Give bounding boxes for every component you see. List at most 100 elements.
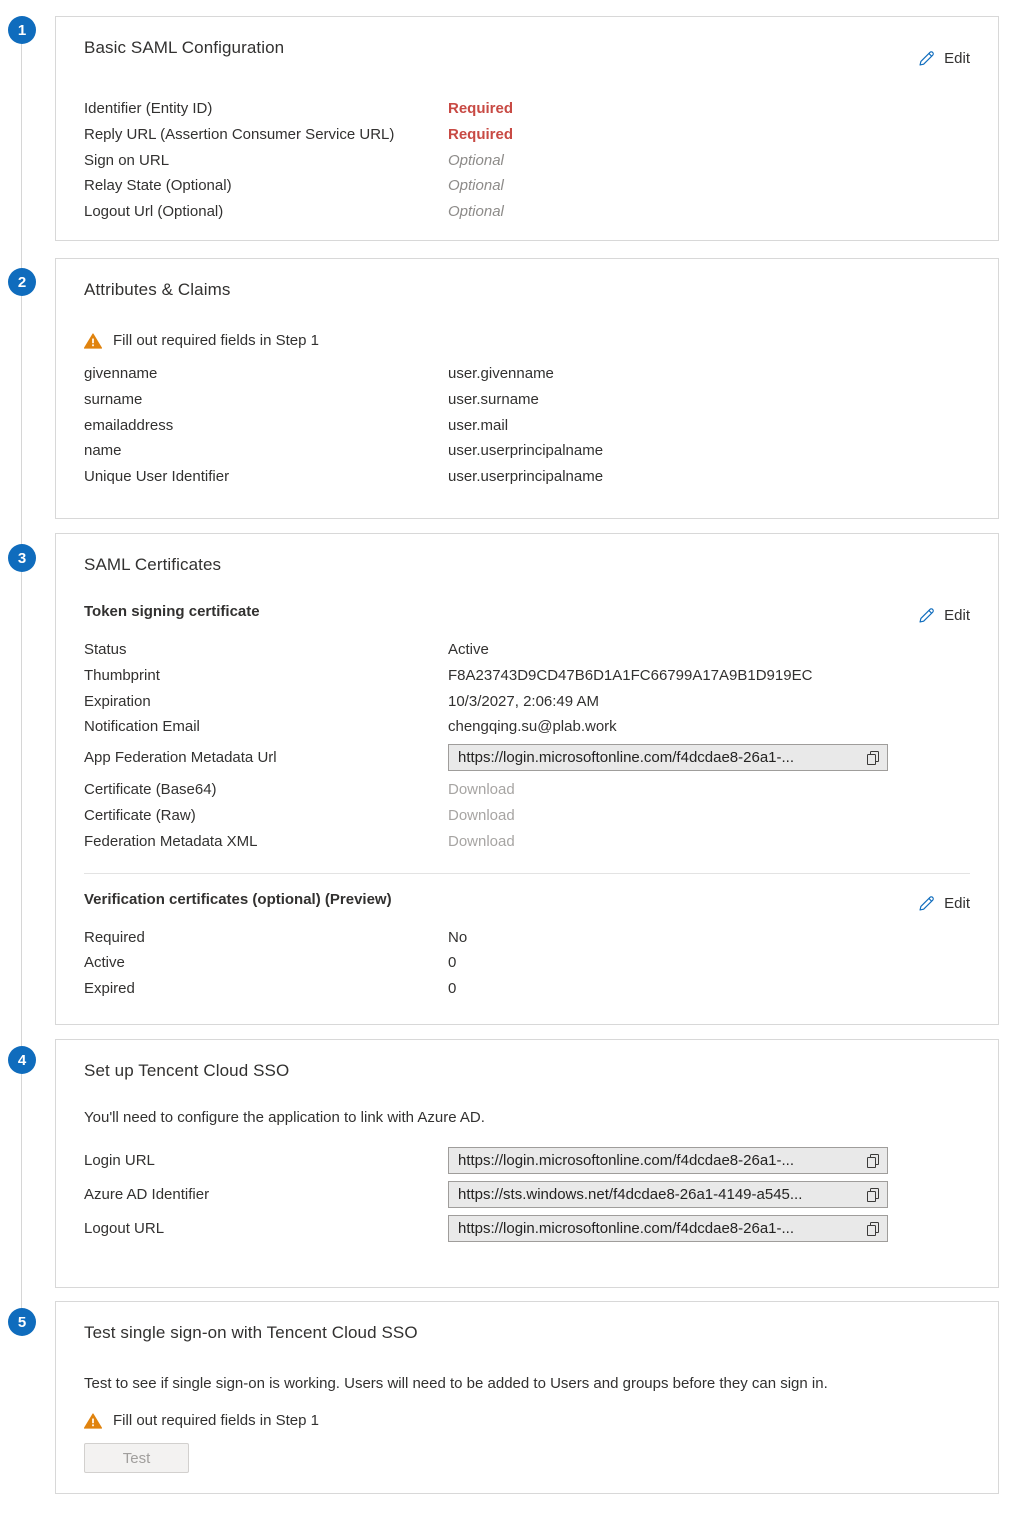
test-sso-description: Test to see if single sign-on is working… [84, 1374, 970, 1393]
test-button[interactable]: Test [84, 1443, 189, 1473]
row-value: 10/3/2027, 2:06:49 AM [448, 689, 599, 715]
download-federation-metadata-xml-link[interactable]: Download [448, 829, 515, 855]
edit-basic-saml-button[interactable]: Edit [917, 49, 970, 68]
step-3-badge: 3 [8, 544, 36, 572]
row-label: Logout Url (Optional) [84, 199, 448, 225]
card-title-setup-sso: Set up Tencent Cloud SSO [84, 1060, 970, 1082]
row-value: Optional [448, 173, 504, 199]
test-sso-card: Test single sign-on with Tencent Cloud S… [55, 1301, 999, 1494]
row-label: Federation Metadata XML [84, 829, 448, 855]
row-label: Relay State (Optional) [84, 173, 448, 199]
row-label: Thumbprint [84, 663, 448, 689]
metadata-url-row: App Federation Metadata Url https://logi… [84, 744, 970, 771]
row-label: Certificate (Base64) [84, 777, 448, 803]
card-title-test-sso: Test single sign-on with Tencent Cloud S… [84, 1322, 970, 1344]
copy-icon[interactable] [866, 1187, 880, 1203]
edit-verification-certificates-button[interactable]: Edit [917, 894, 970, 913]
certificate-row: Expiration 10/3/2027, 2:06:49 AM [84, 689, 970, 715]
basic-saml-configuration-card: Basic SAML Configuration Edit Identifier… [55, 16, 999, 241]
url-text: https://login.microsoftonline.com/f4dcda… [458, 749, 860, 766]
azure-ad-identifier-field[interactable]: https://sts.windows.net/f4dcdae8-26a1-41… [448, 1181, 888, 1208]
app-federation-metadata-url-field[interactable]: https://login.microsoftonline.com/f4dcda… [448, 744, 888, 771]
config-row: Sign on URL Optional [84, 148, 970, 174]
claim-row: givenname user.givenname [84, 361, 970, 387]
claim-value: user.userprincipalname [448, 464, 603, 490]
card-title-basic-saml: Basic SAML Configuration [84, 37, 284, 59]
azure-ad-identifier-row: Azure AD Identifier https://sts.windows.… [84, 1181, 970, 1208]
row-label: Azure AD Identifier [84, 1186, 448, 1203]
pencil-icon [917, 894, 936, 913]
row-label: Active [84, 950, 448, 976]
claim-row: emailaddress user.mail [84, 413, 970, 439]
row-value: chengqing.su@plab.work [448, 714, 617, 740]
row-value: Optional [448, 148, 504, 174]
copy-icon[interactable] [866, 750, 880, 766]
row-label: Status [84, 637, 448, 663]
row-label: Certificate (Raw) [84, 803, 448, 829]
warning-text: Fill out required fields in Step 1 [113, 1409, 319, 1433]
saml-certificates-card: SAML Certificates Token signing certific… [55, 533, 999, 1025]
warning-text: Fill out required fields in Step 1 [113, 329, 319, 353]
certificate-row: Certificate (Base64) Download [84, 777, 970, 803]
config-row: Logout Url (Optional) Optional [84, 199, 970, 225]
row-value: Active [448, 637, 489, 663]
token-signing-certificate-heading: Token signing certificate [84, 602, 260, 621]
row-label: Login URL [84, 1152, 448, 1169]
setup-sso-card: Set up Tencent Cloud SSO You'll need to … [55, 1039, 999, 1288]
row-value: No [448, 925, 467, 951]
claim-row: Unique User Identifier user.userprincipa… [84, 464, 970, 490]
setup-sso-description: You'll need to configure the application… [84, 1108, 970, 1127]
claim-value: user.surname [448, 387, 539, 413]
row-value: Required [448, 122, 513, 148]
edit-label: Edit [944, 50, 970, 67]
download-certificate-raw-link[interactable]: Download [448, 803, 515, 829]
logout-url-field[interactable]: https://login.microsoftonline.com/f4dcda… [448, 1215, 888, 1242]
row-label: Sign on URL [84, 148, 448, 174]
claim-row: name user.userprincipalname [84, 438, 970, 464]
login-url-field[interactable]: https://login.microsoftonline.com/f4dcda… [448, 1147, 888, 1174]
claim-name: name [84, 438, 448, 464]
claim-name: surname [84, 387, 448, 413]
pencil-icon [917, 49, 936, 68]
step-2-badge: 2 [8, 268, 36, 296]
step-5-badge: 5 [8, 1308, 36, 1336]
certificate-row: Notification Email chengqing.su@plab.wor… [84, 714, 970, 740]
row-label: Logout URL [84, 1220, 448, 1237]
pencil-icon [917, 606, 936, 625]
certificate-row: Thumbprint F8A23743D9CD47B6D1A1FC66799A1… [84, 663, 970, 689]
row-value: F8A23743D9CD47B6D1A1FC66799A17A9B1D919EC [448, 663, 812, 689]
row-label: Notification Email [84, 714, 448, 740]
edit-label: Edit [944, 607, 970, 624]
login-url-row: Login URL https://login.microsoftonline.… [84, 1147, 970, 1174]
saml-sso-setup-page: 1 2 3 4 5 Basic SAML Configuration Edit … [0, 0, 1021, 1516]
certificate-row: Status Active [84, 637, 970, 663]
step-connector-line [21, 30, 22, 1322]
row-label: App Federation Metadata Url [84, 749, 448, 766]
edit-token-certificate-button[interactable]: Edit [917, 606, 970, 625]
logout-url-row: Logout URL https://login.microsoftonline… [84, 1215, 970, 1242]
claim-name: Unique User Identifier [84, 464, 448, 490]
card-title-saml-certificates: SAML Certificates [84, 554, 970, 576]
warning-icon [84, 1413, 102, 1429]
url-text: https://login.microsoftonline.com/f4dcda… [458, 1220, 860, 1237]
warning-banner: Fill out required fields in Step 1 [84, 329, 970, 353]
copy-icon[interactable] [866, 1221, 880, 1237]
download-certificate-base64-link[interactable]: Download [448, 777, 515, 803]
claim-value: user.mail [448, 413, 508, 439]
verification-row: Required No [84, 925, 970, 951]
card-title-attributes-claims: Attributes & Claims [84, 279, 970, 301]
certificate-row: Certificate (Raw) Download [84, 803, 970, 829]
claim-value: user.userprincipalname [448, 438, 603, 464]
url-text: https://login.microsoftonline.com/f4dcda… [458, 1152, 860, 1169]
verification-row: Expired 0 [84, 976, 970, 1002]
claim-name: emailaddress [84, 413, 448, 439]
config-row: Relay State (Optional) Optional [84, 173, 970, 199]
verification-row: Active 0 [84, 950, 970, 976]
row-label: Expiration [84, 689, 448, 715]
attributes-claims-card: Attributes & Claims Fill out required fi… [55, 258, 999, 519]
warning-banner: Fill out required fields in Step 1 [84, 1409, 970, 1433]
claim-name: givenname [84, 361, 448, 387]
url-text: https://sts.windows.net/f4dcdae8-26a1-41… [458, 1186, 860, 1203]
copy-icon[interactable] [866, 1153, 880, 1169]
claim-row: surname user.surname [84, 387, 970, 413]
